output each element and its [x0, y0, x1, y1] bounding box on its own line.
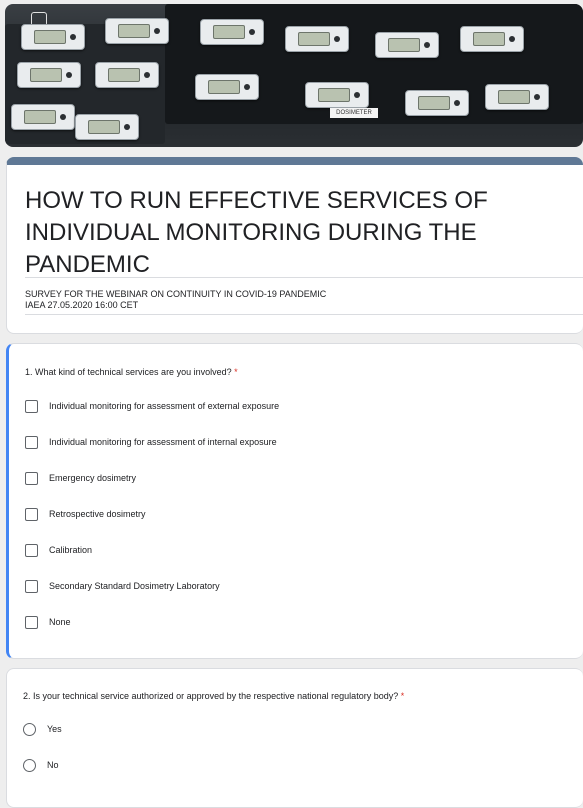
checkbox[interactable] — [25, 579, 38, 593]
required-asterisk: * — [400, 691, 405, 701]
question-text: 1. What kind of technical services are y… — [25, 367, 232, 377]
checkbox-option[interactable]: Retrospective dosimetry — [25, 506, 146, 522]
option-label: No — [47, 760, 59, 770]
checkbox[interactable] — [25, 471, 38, 485]
device-label-tag: DOSIMETER — [330, 108, 378, 118]
option-label: Yes — [47, 724, 62, 734]
form-title: HOW TO RUN EFFECTIVE SERVICES OF INDIVID… — [25, 187, 488, 278]
header-image: DOSIMETER — [5, 4, 583, 147]
dosimeter-device — [75, 114, 139, 140]
radio-button[interactable] — [23, 722, 36, 736]
checkbox-option[interactable]: Calibration — [25, 542, 92, 558]
divider — [25, 314, 583, 315]
radio-option[interactable]: Yes — [23, 721, 62, 737]
checkbox-option[interactable]: Individual monitoring for assessment of … — [25, 434, 277, 450]
checkbox-option[interactable]: Emergency dosimetry — [25, 470, 136, 486]
form-header-card: HOW TO RUN EFFECTIVE SERVICES OF INDIVID… — [6, 157, 583, 334]
dosimeter-device — [460, 26, 524, 52]
option-label: None — [49, 617, 71, 627]
dosimeter-device — [195, 74, 259, 100]
question-title: 2. Is your technical service authorized … — [23, 690, 404, 702]
checkbox[interactable] — [25, 507, 38, 521]
dosimeter-device — [17, 62, 81, 88]
radio-button[interactable] — [23, 758, 36, 772]
option-label: Secondary Standard Dosimetry Laboratory — [49, 581, 220, 591]
dosimeter-device — [305, 82, 369, 108]
form-description: SURVEY FOR THE WEBINAR ON CONTINUITY IN … — [25, 289, 326, 311]
option-label: Emergency dosimetry — [49, 473, 137, 483]
description-line-1: SURVEY FOR THE WEBINAR ON CONTINUITY IN … — [25, 289, 327, 299]
option-label: Individual monitoring for assessment of … — [49, 437, 277, 447]
required-asterisk: * — [234, 367, 238, 377]
dosimeter-device — [285, 26, 349, 52]
checkbox[interactable] — [25, 435, 38, 449]
question-card-1: 1. What kind of technical services are y… — [6, 343, 583, 659]
question-card-2: 2. Is your technical service authorized … — [6, 668, 583, 808]
checkbox[interactable] — [25, 543, 38, 557]
checkbox[interactable] — [25, 615, 38, 629]
dosimeter-device — [21, 24, 85, 50]
dosimeter-device — [405, 90, 469, 116]
option-label: Individual monitoring for assessment of … — [49, 401, 280, 411]
dosimeter-device — [105, 18, 169, 44]
checkbox-option[interactable]: None — [25, 614, 71, 630]
dosimeter-device — [200, 19, 264, 45]
dosimeter-device — [11, 104, 75, 130]
dosimeter-device — [485, 84, 549, 110]
checkbox-option[interactable]: Individual monitoring for assessment of … — [25, 398, 279, 414]
radio-option[interactable]: No — [23, 757, 59, 773]
divider — [25, 277, 583, 278]
option-label: Retrospective dosimetry — [49, 509, 146, 519]
question-title: 1. What kind of technical services are y… — [25, 366, 238, 378]
checkbox-option[interactable]: Secondary Standard Dosimetry Laboratory — [25, 578, 220, 594]
dosimeter-device — [375, 32, 439, 58]
description-line-2: IAEA 27.05.2020 16:00 CET — [25, 300, 139, 310]
checkbox[interactable] — [25, 399, 38, 413]
option-label: Calibration — [49, 545, 93, 555]
question-text: 2. Is your technical service authorized … — [23, 691, 399, 701]
dosimeter-device — [95, 62, 159, 88]
